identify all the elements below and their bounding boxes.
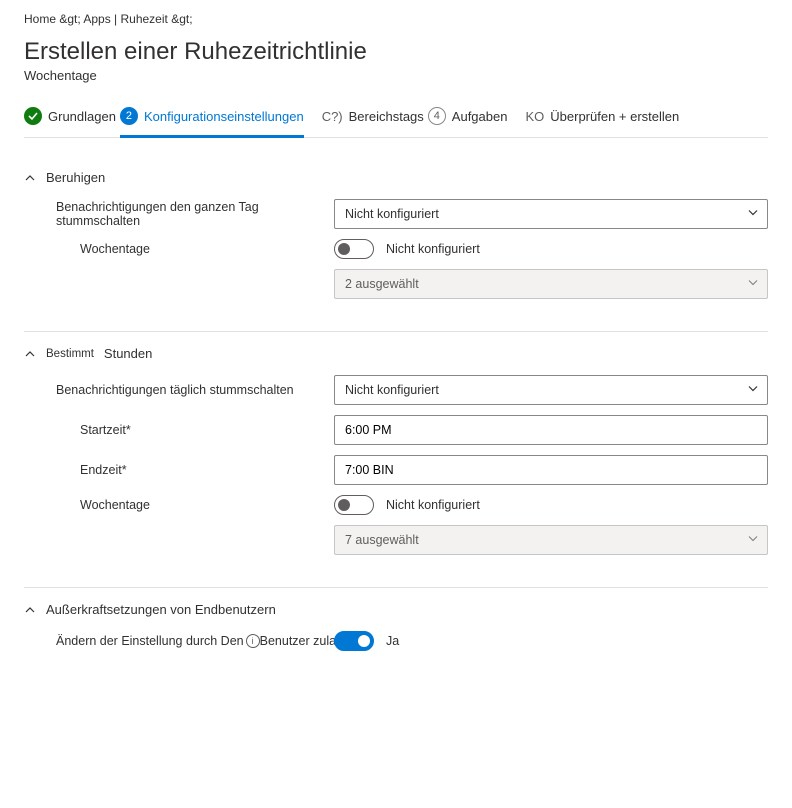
toggle-weekdays-2[interactable]	[334, 495, 374, 515]
stepper: Grundlagen 2 Konfigurationseinstellungen…	[24, 101, 768, 138]
select-weekdays-2[interactable]: 7 ausgewählt	[334, 525, 768, 555]
step-review[interactable]: KO Überprüfen + erstellen	[525, 103, 679, 137]
chevron-down-icon	[747, 533, 759, 548]
input-endtime[interactable]	[334, 455, 768, 485]
select-mute-allday[interactable]: Nicht konfiguriert	[334, 199, 768, 229]
breadcrumb[interactable]: Home &gt; Apps | Ruhezeit &gt;	[24, 8, 768, 30]
select-value: Nicht konfiguriert	[345, 207, 439, 221]
step-number-icon: KO	[525, 109, 544, 124]
toggle-label: Nicht konfiguriert	[386, 242, 480, 256]
section-header-quiet[interactable]: Beruhigen	[24, 170, 768, 185]
toggle-label: Nicht konfiguriert	[386, 498, 480, 512]
section-header-hours[interactable]: Bestimmt Stunden	[24, 346, 768, 361]
label-mute-daily: Benachrichtigungen täglich stummschalten	[24, 383, 334, 397]
section-header-overrides[interactable]: Außerkraftsetzungen von Endbenutzern	[24, 602, 768, 617]
chevron-up-icon	[24, 604, 36, 616]
input-starttime[interactable]	[334, 415, 768, 445]
step-label: Bereichstags	[349, 109, 424, 124]
section-overrides: Außerkraftsetzungen von Endbenutzern Änd…	[24, 588, 768, 683]
section-hours: Bestimmt Stunden Benachrichtigungen tägl…	[24, 332, 768, 588]
chevron-down-icon	[747, 207, 759, 222]
step-number-icon: C?)	[322, 109, 343, 124]
section-title: Beruhigen	[46, 170, 105, 185]
label-text-a: Ändern der Einstellung durch Den	[56, 634, 244, 648]
step-label: Grundlagen	[48, 109, 116, 124]
select-value: 2 ausgewählt	[345, 277, 419, 291]
toggle-allow-override[interactable]	[334, 631, 374, 651]
label-allow-override: Ändern der Einstellung durch DeniBenutze…	[24, 634, 334, 649]
section-title: Außerkraftsetzungen von Endbenutzern	[46, 602, 276, 617]
step-label: Aufgaben	[452, 109, 508, 124]
select-weekdays-1[interactable]: 2 ausgewählt	[334, 269, 768, 299]
label-endtime: Endzeit*	[24, 463, 334, 477]
page-title: Erstellen einer Ruhezeitrichtlinie	[24, 38, 768, 66]
select-value: 7 ausgewählt	[345, 533, 419, 547]
step-number-icon: 2	[120, 107, 138, 125]
chevron-down-icon	[747, 383, 759, 398]
step-config[interactable]: 2 Konfigurationseinstellungen	[120, 101, 304, 138]
section-title-b: Stunden	[104, 346, 152, 361]
toggle-weekdays-1[interactable]	[334, 239, 374, 259]
chevron-up-icon	[24, 172, 36, 184]
label-starttime: Startzeit*	[24, 423, 334, 437]
check-icon	[24, 107, 42, 125]
info-icon[interactable]: i	[246, 634, 260, 648]
chevron-down-icon	[747, 277, 759, 292]
label-weekdays-1: Wochentage	[24, 242, 334, 256]
select-value: Nicht konfiguriert	[345, 383, 439, 397]
step-assignments[interactable]: 4 Aufgaben	[428, 101, 508, 138]
page-subtitle: Wochentage	[24, 68, 768, 83]
section-quiet: Beruhigen Benachrichtigungen den ganzen …	[24, 156, 768, 332]
toggle-label: Ja	[386, 634, 399, 648]
label-weekdays-2: Wochentage	[24, 498, 334, 512]
label-mute-allday: Benachrichtigungen den ganzen Tag stumms…	[24, 200, 334, 228]
step-number-icon: 4	[428, 107, 446, 125]
step-label: Konfigurationseinstellungen	[144, 109, 304, 124]
select-mute-daily[interactable]: Nicht konfiguriert	[334, 375, 768, 405]
step-scopetags[interactable]: C?) Bereichstags	[322, 103, 424, 137]
step-basics[interactable]: Grundlagen	[24, 101, 116, 138]
step-label: Überprüfen + erstellen	[550, 109, 679, 124]
section-title-a: Bestimmt	[46, 348, 94, 360]
chevron-up-icon	[24, 348, 36, 360]
